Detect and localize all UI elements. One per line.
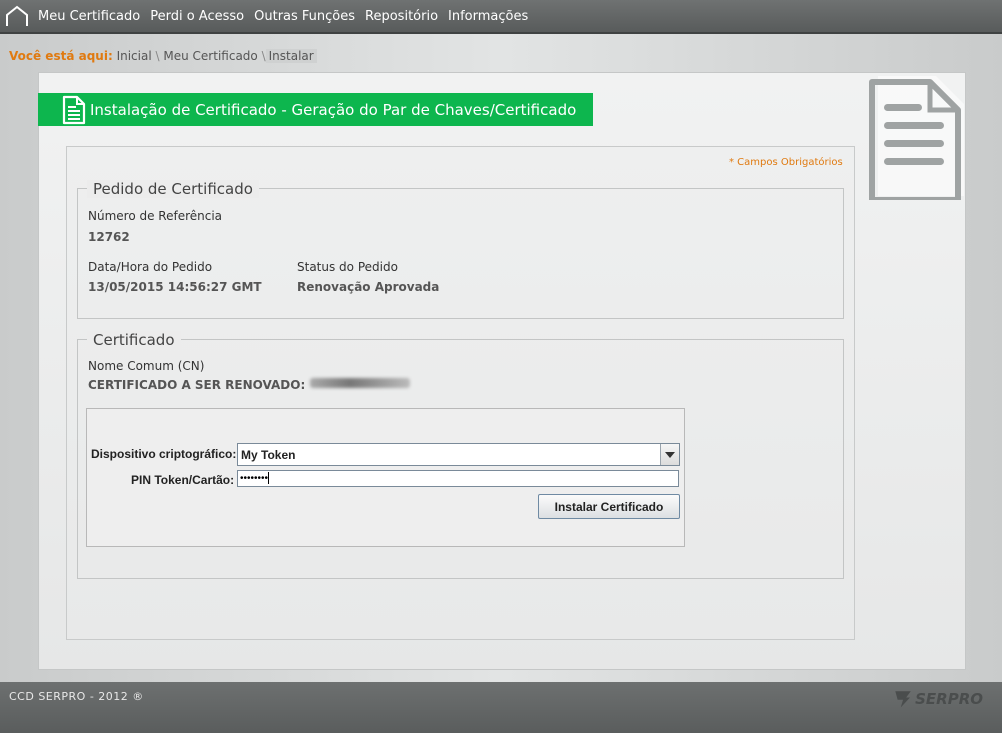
document-icon xyxy=(62,95,86,124)
breadcrumb-meu-certificado[interactable]: Meu Certificado xyxy=(163,49,257,63)
common-name-label: Nome Comum (CN) xyxy=(88,359,205,373)
common-name-value: CERTIFICADO A SER RENOVADO: xyxy=(88,378,306,392)
home-icon xyxy=(6,5,28,26)
breadcrumb-current: Instalar xyxy=(265,49,317,63)
crypto-device-label: Dispositivo criptográfico: xyxy=(91,447,237,461)
home-button[interactable] xyxy=(0,0,34,33)
page-title: Instalação de Certificado - Geração do P… xyxy=(90,100,577,119)
nav-outras-funcoes[interactable]: Outras Funções xyxy=(254,9,355,24)
nav-perdi-o-acesso[interactable]: Perdi o Acesso xyxy=(150,9,244,24)
crypto-device-value: My Token xyxy=(241,448,296,462)
pin-masked-value: •••••••• xyxy=(240,473,269,484)
install-certificate-button[interactable]: Instalar Certificado xyxy=(538,494,680,519)
pin-input[interactable]: •••••••• xyxy=(237,470,679,487)
pin-label: PIN Token/Cartão: xyxy=(131,473,235,487)
top-nav: Meu Certificado Perdi o Acesso Outras Fu… xyxy=(0,0,1002,34)
text-caret xyxy=(268,472,270,485)
pedido-fieldset xyxy=(77,188,844,319)
redacted-name xyxy=(310,378,410,388)
request-datetime-value: 13/05/2015 14:56:27 GMT xyxy=(88,280,262,294)
footer xyxy=(0,682,1002,733)
breadcrumb-prefix: Você está aqui: xyxy=(9,49,113,63)
serpro-logo-icon xyxy=(895,691,911,708)
footer-copyright: CCD SERPRO - 2012 ® xyxy=(9,690,144,703)
document-watermark-icon xyxy=(869,76,964,200)
breadcrumb-inicial[interactable]: Inicial xyxy=(117,49,152,63)
nav-repositorio[interactable]: Repositório xyxy=(365,9,438,24)
chevron-down-icon xyxy=(665,451,675,458)
ref-number-value: 12762 xyxy=(88,230,130,244)
required-fields-note: * Campos Obrigatórios xyxy=(729,157,843,168)
request-datetime-label: Data/Hora do Pedido xyxy=(88,260,213,274)
pedido-legend: Pedido de Certificado xyxy=(87,180,259,198)
dropdown-arrow-button[interactable] xyxy=(660,444,679,465)
request-status-value: Renovação Aprovada xyxy=(297,280,440,294)
breadcrumb-separator: \ xyxy=(155,49,160,63)
breadcrumb: Você está aqui: Inicial \ Meu Certificad… xyxy=(9,49,317,63)
crypto-device-select[interactable]: My Token xyxy=(237,443,680,466)
certificado-legend: Certificado xyxy=(87,331,181,349)
serpro-logo: SERPRO xyxy=(893,684,983,714)
nav-informacoes[interactable]: Informações xyxy=(448,9,528,24)
ref-number-label: Número de Referência xyxy=(88,209,223,223)
serpro-logo-text: SERPRO xyxy=(915,690,983,708)
page-title-bar: Instalação de Certificado - Geração do P… xyxy=(38,93,593,126)
nav-meu-certificado[interactable]: Meu Certificado xyxy=(38,9,140,24)
request-status-label: Status do Pedido xyxy=(297,260,398,274)
